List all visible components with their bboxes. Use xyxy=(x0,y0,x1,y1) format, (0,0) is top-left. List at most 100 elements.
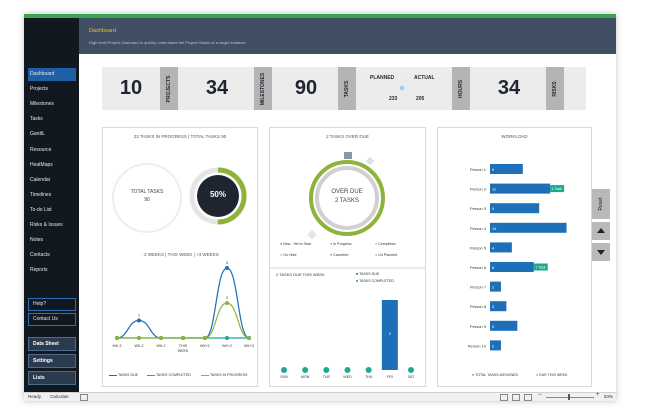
x-tick-label-line: WK+1 xyxy=(200,344,210,348)
x-tick-label: TUE xyxy=(323,375,331,379)
x-tick-label: WK+1 xyxy=(200,344,210,348)
total-tasks-label: TOTAL TASKS xyxy=(130,189,164,195)
status-marker-icon xyxy=(365,156,375,166)
contact-us-link[interactable]: Contact Us xyxy=(28,313,76,326)
milestones-label-box: MILESTONES xyxy=(254,67,272,110)
overdue-count: 2 TASKS xyxy=(334,198,360,204)
sidebar-item-risks[interactable]: Risks & Issues xyxy=(28,219,76,232)
bullet-icon: ● xyxy=(330,242,333,246)
help-link[interactable]: Help? xyxy=(28,298,76,311)
total-tasks-value: 90 xyxy=(144,197,150,203)
sidebar-item-label: Dashboard xyxy=(30,71,55,77)
zoom-level: 83% xyxy=(604,394,614,399)
sidebar-item-todo[interactable]: To-do List xyxy=(28,204,76,217)
bar-label: 14 xyxy=(492,226,497,231)
triangle-up-icon xyxy=(597,228,605,233)
y-tick-label: Person 7 xyxy=(470,285,487,290)
sidebar-item-dashboard[interactable]: Dashboard xyxy=(28,68,76,81)
x-tick-label: THIS WEEK xyxy=(178,344,189,353)
data-point xyxy=(225,336,229,340)
bullet-icon: ● xyxy=(375,253,378,257)
legend-label: In Progress xyxy=(333,242,352,246)
lists-label: Lists xyxy=(33,375,45,381)
tasks-label: TASKS xyxy=(344,80,350,97)
dashboard-header: Dashboard High level Project Dasboard to… xyxy=(79,18,616,54)
legend-label: TASKS DUE xyxy=(117,373,139,377)
legend-label: TASKS COMPLETED xyxy=(155,373,191,377)
legend-swatch xyxy=(109,374,117,376)
x-tick-label: WK+3 xyxy=(244,344,254,348)
bar xyxy=(490,262,534,272)
sidebar-item-notes[interactable]: Notes xyxy=(28,234,76,247)
data-label: 2 xyxy=(226,295,229,300)
status-marker-icon xyxy=(344,152,352,159)
normal-view-icon[interactable] xyxy=(500,394,508,401)
workload-panel: WORKLOAD Person 1 6 Person 2 11 1 Task Person… xyxy=(437,127,592,387)
sidebar-item-tasks[interactable]: Tasks xyxy=(28,113,76,126)
scroll-up-button[interactable] xyxy=(592,222,610,240)
page-layout-icon[interactable] xyxy=(512,394,520,401)
x-tick-label-line: WK-1 xyxy=(157,344,166,348)
percent-complete: 50% xyxy=(209,190,226,199)
sidebar-item-resource[interactable]: Resource xyxy=(28,144,76,157)
sidebar-item-projects[interactable]: Projects xyxy=(28,83,76,96)
bullet-icon: ● xyxy=(536,373,539,377)
zero-marker xyxy=(323,367,330,373)
milestones-label: MILESTONES xyxy=(260,72,266,105)
sidebar-item-milestones[interactable]: Milestones xyxy=(28,98,76,111)
x-tick-label: MON xyxy=(301,375,310,379)
sidebar-item-calendar[interactable]: Calendar xyxy=(28,174,76,187)
sidebar-item-label: GanttL xyxy=(30,131,46,137)
zoom-in-icon[interactable]: + xyxy=(596,392,600,398)
actual-hours: 205 xyxy=(416,96,425,102)
legend-in-progress: ● In Progress xyxy=(330,242,352,246)
legend-label: TASKS IN PROGRESS xyxy=(209,373,248,377)
x-tick-label: WK-3 xyxy=(113,344,122,348)
data-point xyxy=(137,318,141,323)
macro-record-icon[interactable] xyxy=(80,394,88,401)
sidebar-item-gantt[interactable]: GanttL xyxy=(28,128,76,141)
week-legend-completed: ■ TASKS COMPLETED xyxy=(356,279,394,283)
page-title: Dashboard xyxy=(89,28,116,34)
legend-label: TOTAL TASKS ASSIGNED xyxy=(475,373,519,377)
x-tick-label: THU xyxy=(365,375,373,379)
sidebar-item-reports[interactable]: Reports xyxy=(28,264,76,277)
legend-label: TASKS COMPLETED xyxy=(359,279,394,283)
legend-completed: ● Completed xyxy=(375,242,396,246)
data-point xyxy=(181,336,185,340)
sidebar-item-heatmaps[interactable]: HeatMaps xyxy=(28,159,76,172)
x-tick-label: WK-1 xyxy=(157,344,166,348)
tasks-progress-svg: WK-3 WK-2 WK-1 THIS WEEK WK+1 WK+2 WK+3 1 4 2 xyxy=(112,163,254,353)
projects-label-box: PROJECTS xyxy=(160,67,178,110)
data-point xyxy=(159,336,163,340)
status-marker-icon xyxy=(307,229,317,240)
reset-button[interactable]: Reset xyxy=(592,189,610,219)
legend-label: TASKS DUE xyxy=(359,272,380,276)
reset-label: Reset xyxy=(598,197,604,211)
zoom-slider[interactable] xyxy=(546,397,594,398)
data-sheet-label: Data Sheet xyxy=(33,341,59,347)
settings-label: Settings xyxy=(33,358,53,364)
page-break-icon[interactable] xyxy=(524,394,532,401)
y-tick-label: Person 5 xyxy=(470,245,487,250)
due-label: 1 Task xyxy=(535,266,546,270)
bullet-icon: ● xyxy=(472,373,475,377)
sidebar-item-contacts[interactable]: Contacts xyxy=(28,249,76,262)
zoom-slider-thumb[interactable] xyxy=(568,394,570,400)
bar xyxy=(490,203,540,214)
legend-canceled: ● Canceled xyxy=(330,253,348,257)
y-tick-label: Person 10 xyxy=(468,343,487,348)
lists-button[interactable]: Lists xyxy=(28,371,76,385)
zoom-out-icon[interactable]: − xyxy=(538,392,542,398)
legend-tasks-completed: TASKS COMPLETED xyxy=(147,373,191,377)
legend-swatch xyxy=(201,374,209,376)
data-sheet-button[interactable]: Data Sheet xyxy=(28,337,76,351)
data-point xyxy=(115,336,119,340)
sidebar-item-label: Contacts xyxy=(30,252,50,258)
settings-button[interactable]: Settings xyxy=(28,354,76,368)
scroll-down-button[interactable] xyxy=(592,243,610,261)
sidebar-item-label: To-do List xyxy=(30,207,52,213)
sidebar-item-timelines[interactable]: Timelines xyxy=(28,189,76,202)
bullet-icon: ● xyxy=(375,242,378,246)
y-tick-label: Person 2 xyxy=(470,187,487,192)
